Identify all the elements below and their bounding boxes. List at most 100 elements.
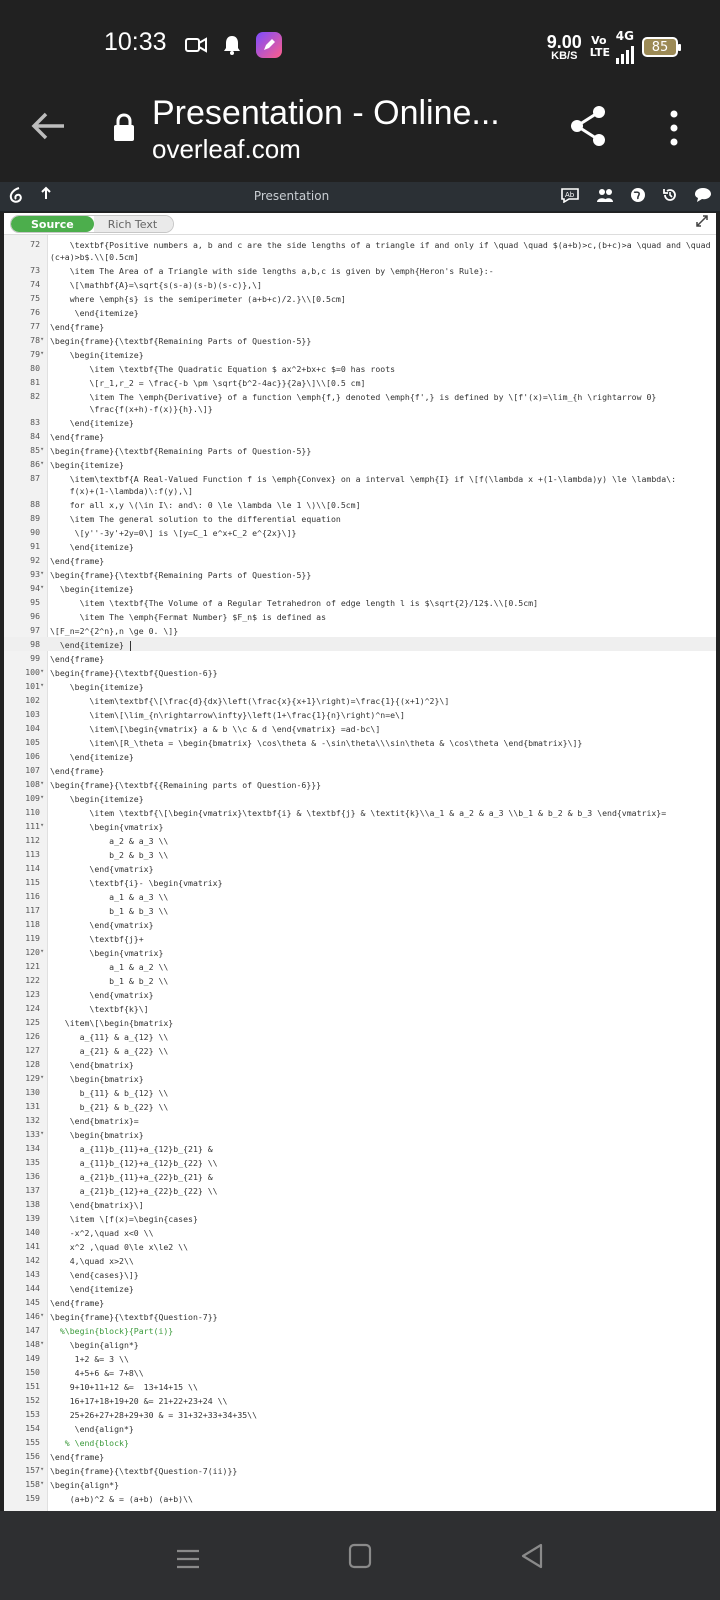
fold-toggle-icon[interactable]: ▾ [40,567,48,581]
expand-icon[interactable] [696,215,708,231]
code-line[interactable]: 110 \item \textbf{\[\begin{vmatrix}\text… [4,805,716,819]
code-editor[interactable]: 72 \textbf{Positive numbers a, b and c a… [4,235,716,1511]
code-line[interactable]: 150 4+5+6 &= 7+8\\ [4,1365,716,1379]
code-line[interactable]: 88 for all x,y \(\in I\: and\: 0 \le \la… [4,497,716,511]
code-line[interactable]: 112 a_2 & a_3 \\ [4,833,716,847]
code-line[interactable]: 115 \textbf{i}- \begin{vmatrix} [4,875,716,889]
code-line[interactable]: 144 \end{itemize} [4,1281,716,1295]
code-line[interactable]: 149 1+2 &= 3 \\ [4,1351,716,1365]
code-line[interactable]: 129 ▾ \begin{bmatrix} [4,1071,716,1085]
code-line[interactable]: 72 \textbf{Positive numbers a, b and c a… [4,237,716,263]
fold-toggle-icon[interactable]: ▾ [40,443,48,457]
code-line[interactable]: 74 \[\mathbf{A}=\sqrt{s(s-a)(s-b)(s-c)},… [4,277,716,291]
code-line[interactable]: 145 \end{frame} [4,1295,716,1309]
fold-toggle-icon[interactable]: ▾ [40,791,48,805]
fold-toggle-icon[interactable]: ▾ [40,347,48,361]
fold-toggle-icon[interactable]: ▾ [40,1463,48,1477]
code-line[interactable]: 125 \item\[\begin{bmatrix} [4,1015,716,1029]
code-line[interactable]: 121 a_1 & a_2 \\ [4,959,716,973]
chat-icon[interactable] [694,187,712,207]
code-line[interactable]: 136 a_{21}b_{11}+a_{22}b_{21} & [4,1169,716,1183]
code-line[interactable]: 142 4,\quad x>2\\ [4,1253,716,1267]
code-line[interactable]: 153 25+26+27+28+29+30 & = 31+32+33+34+35… [4,1407,716,1421]
code-line[interactable]: 89 \item The general solution to the dif… [4,511,716,525]
code-line[interactable]: 102 \item\textbf{\[\frac{d}{dx}\left(\fr… [4,693,716,707]
lock-icon[interactable] [112,112,136,142]
code-line[interactable]: 84 \end{frame} [4,429,716,443]
code-line[interactable]: 118 \end{vmatrix} [4,917,716,931]
code-line[interactable]: 87 \item\textbf{A Real-Valued Function f… [4,471,716,497]
code-line[interactable]: 82 \item The \emph{Derivative} of a func… [4,389,716,415]
code-line[interactable]: 124 \textbf{k}\] [4,1001,716,1015]
code-line[interactable]: 143 \end{cases}\]} [4,1267,716,1281]
more-options-icon[interactable] [664,108,684,148]
fold-toggle-icon[interactable]: ▾ [40,1309,48,1323]
share-icon[interactable] [568,104,608,148]
code-line[interactable]: 104 \item\[\begin{vmatrix} a & b \\c & d… [4,721,716,735]
code-line[interactable]: 96 \item The \emph{Fermat Number} $F_n$ … [4,609,716,623]
code-line[interactable]: 93 ▾ \begin{frame}{\textbf{Remaining Parts… [4,567,716,581]
code-line[interactable]: 106 \end{itemize} [4,749,716,763]
publish-globe-icon[interactable] [630,187,646,207]
rich-text-mode-button[interactable]: Rich Text [93,216,174,232]
code-line[interactable]: 120 ▾ \begin{vmatrix} [4,945,716,959]
code-line[interactable]: 131 b_{21} & b_{22} \\ [4,1099,716,1113]
fold-toggle-icon[interactable]: ▾ [40,665,48,679]
code-line[interactable]: 108 ▾ \begin{frame}{\textbf{{Remaining par… [4,777,716,791]
code-line[interactable]: 105 \item\[R_\theta = \begin{bmatrix} \c… [4,735,716,749]
fold-toggle-icon[interactable]: ▾ [40,679,48,693]
code-line[interactable]: 130 b_{11} & b_{12} \\ [4,1085,716,1099]
code-line[interactable]: 127 a_{21} & a_{22} \\ [4,1043,716,1057]
code-line[interactable]: 100 ▾ \begin{frame}{\textbf{Question-6}} [4,665,716,679]
code-line[interactable]: 80 \item \textbf{The Quadratic Equation … [4,361,716,375]
review-icon[interactable]: Ab [560,187,580,207]
code-line[interactable]: 140 -x^2,\quad x<0 \\ [4,1225,716,1239]
fold-toggle-icon[interactable]: ▾ [40,777,48,791]
code-line[interactable]: 156 \end{frame} [4,1449,716,1463]
back-arrow-icon[interactable] [28,106,68,146]
code-line[interactable]: 81 \[r_1,r_2 = \frac{-b \pm \sqrt{b^2-4a… [4,375,716,389]
code-line[interactable]: 113 b_2 & b_3 \\ [4,847,716,861]
recent-apps-icon[interactable] [176,1549,200,1569]
fold-toggle-icon[interactable]: ▾ [40,945,48,959]
fold-toggle-icon[interactable]: ▾ [40,1127,48,1141]
history-icon[interactable] [662,187,678,207]
fold-toggle-icon[interactable]: ▾ [40,1477,48,1491]
fold-toggle-icon[interactable]: ▾ [40,1337,48,1351]
code-line[interactable]: 151 9+10+11+12 &= 13+14+15 \\ [4,1379,716,1393]
code-line[interactable]: 135 a_{11}b_{12}+a_{12}b_{22} \\ [4,1155,716,1169]
page-url[interactable]: overleaf.com [152,134,301,165]
code-line[interactable]: 73 \item The Area of a Triangle with sid… [4,263,716,277]
code-line[interactable]: 132 \end{bmatrix}= [4,1113,716,1127]
source-mode-button[interactable]: Source [11,216,94,232]
code-line[interactable]: 146 ▾ \begin{frame}{\textbf{Question-7}} [4,1309,716,1323]
code-line[interactable]: 152 16+17+18+19+20 &= 21+22+23+24 \\ [4,1393,716,1407]
fold-toggle-icon[interactable]: ▾ [40,1071,48,1085]
code-line[interactable]: 86 ▾ \begin{itemize} [4,457,716,471]
code-line[interactable]: 98 \end{itemize} [4,637,716,651]
code-line[interactable]: 95 \item \textbf{The Volume of a Regular… [4,595,716,609]
share-users-icon[interactable] [596,187,614,207]
code-line[interactable]: 122 b_1 & b_2 \\ [4,973,716,987]
code-line[interactable]: 159 (a+b)^2 & = (a+b) (a+b)\\ [4,1491,716,1505]
fold-toggle-icon[interactable]: ▾ [40,457,48,471]
code-line[interactable]: 147 %\begin{block}{Part(i)} [4,1323,716,1337]
code-line[interactable]: 109 ▾ \begin{itemize} [4,791,716,805]
code-line[interactable]: 99 \end{frame} [4,651,716,665]
code-line[interactable]: 107 \end{frame} [4,763,716,777]
code-line[interactable]: 139 \item \[f(x)=\begin{cases} [4,1211,716,1225]
code-line[interactable]: 138 \end{bmatrix}\] [4,1197,716,1211]
code-line[interactable]: 111 ▾ \begin{vmatrix} [4,819,716,833]
nav-back-icon[interactable] [520,1543,544,1569]
code-line[interactable]: 155 % \end{block} [4,1435,716,1449]
code-line[interactable]: 92 \end{frame} [4,553,716,567]
code-line[interactable]: 119 \textbf{j}+ [4,931,716,945]
code-line[interactable]: 85 ▾ \begin{frame}{\textbf{Remaining Parts… [4,443,716,457]
code-line[interactable]: 157 ▾ \begin{frame}{\textbf{Question-7(ii)… [4,1463,716,1477]
code-line[interactable]: 76 \end{itemize} [4,305,716,319]
code-line[interactable]: 101 ▾ \begin{itemize} [4,679,716,693]
code-line[interactable]: 94 ▾ \begin{itemize} [4,581,716,595]
code-line[interactable]: 154 \end{align*} [4,1421,716,1435]
code-line[interactable]: 91 \end{itemize} [4,539,716,553]
code-line[interactable]: 158 ▾ \begin{align*} [4,1477,716,1491]
